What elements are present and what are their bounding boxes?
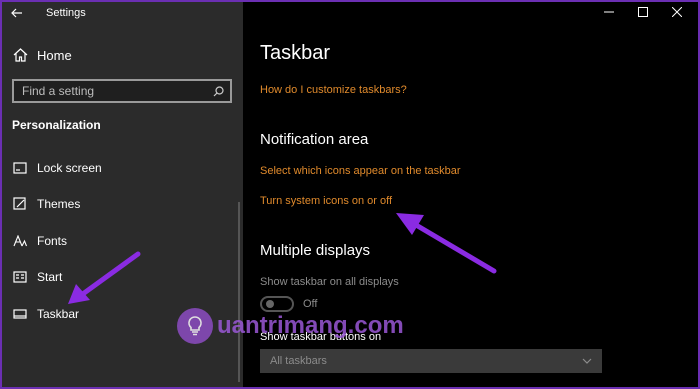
close-button[interactable]	[660, 2, 694, 22]
sidebar-item-themes[interactable]: Themes	[2, 191, 243, 217]
sidebar-item-lock-screen[interactable]: Lock screen	[2, 155, 243, 181]
start-icon	[11, 268, 29, 286]
home-nav-item[interactable]: Home	[2, 42, 243, 68]
annotation-arrow-taskbar	[68, 251, 141, 304]
sidebar-item-label: Lock screen	[37, 161, 102, 175]
title-bar: Settings	[2, 2, 243, 24]
sidebar-scrollbar[interactable]	[238, 202, 240, 382]
maximize-button[interactable]	[626, 2, 660, 22]
watermark: uantrimang.com	[177, 308, 404, 344]
close-icon	[672, 7, 682, 17]
search-placeholder: Find a setting	[22, 84, 95, 98]
app-title: Settings	[46, 7, 86, 19]
fonts-icon	[11, 232, 29, 250]
sidebar-item-label: Themes	[37, 197, 81, 211]
annotation-arrow-system-icons	[396, 213, 497, 274]
lock-screen-icon	[11, 159, 29, 177]
select-icons-link[interactable]: Select which icons appear on the taskbar	[260, 165, 461, 177]
home-icon	[11, 46, 29, 64]
maximize-icon	[638, 7, 648, 17]
notification-area-heading: Notification area	[260, 131, 369, 148]
help-link[interactable]: How do I customize taskbars?	[260, 84, 407, 96]
page-title: Taskbar	[260, 42, 331, 64]
minimize-button[interactable]	[592, 2, 626, 22]
search-input[interactable]: Find a setting	[12, 79, 232, 103]
back-arrow-icon	[11, 8, 22, 18]
themes-icon	[11, 195, 29, 213]
taskbar-icon	[11, 305, 29, 323]
show-buttons-dropdown[interactable]: All taskbars	[260, 349, 602, 373]
back-button[interactable]	[2, 2, 32, 24]
lightbulb-icon	[177, 308, 213, 344]
section-title: Personalization	[12, 118, 101, 132]
dropdown-value: All taskbars	[270, 355, 327, 367]
home-label: Home	[37, 47, 72, 63]
toggle-knob	[266, 300, 274, 308]
chevron-down-icon	[582, 358, 592, 364]
window-controls	[592, 2, 694, 22]
watermark-text: uantrimang.com	[217, 312, 404, 339]
system-icons-link[interactable]: Turn system icons on or off	[260, 195, 392, 207]
show-all-displays-label: Show taskbar on all displays	[260, 276, 399, 288]
search-icon	[213, 85, 224, 96]
minimize-icon	[604, 11, 614, 13]
sidebar-item-label: Start	[37, 270, 63, 284]
multiple-displays-heading: Multiple displays	[260, 242, 371, 259]
sidebar-item-label: Fonts	[37, 234, 68, 248]
